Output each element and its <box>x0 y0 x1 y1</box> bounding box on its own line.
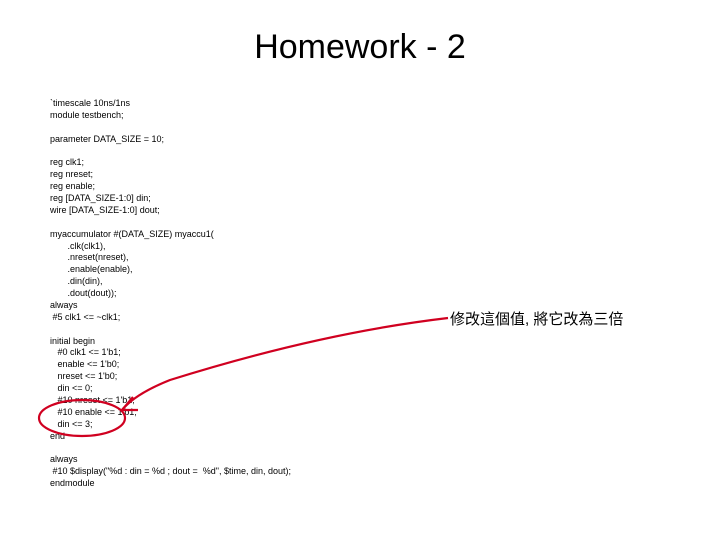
annotation-text: 修改這個值, 將它改為三倍 <box>450 308 623 329</box>
code-block: `timescale 10ns/1ns module testbench; pa… <box>50 98 291 490</box>
page-title: Homework - 2 <box>0 28 720 67</box>
